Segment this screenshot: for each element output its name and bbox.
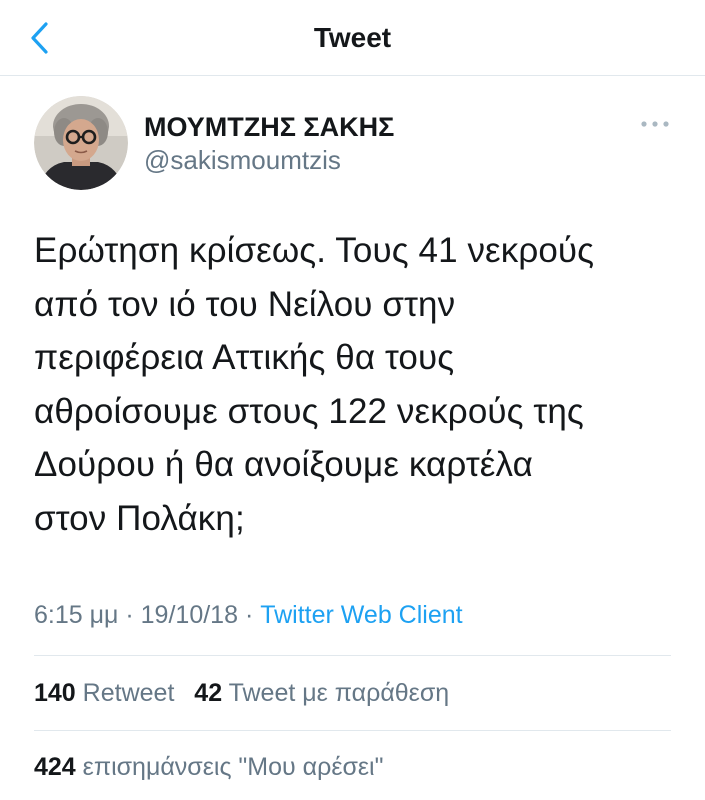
more-horizontal-icon — [641, 121, 669, 127]
tweet-text-line: περιφέρεια Αττικής θα τους — [34, 338, 455, 377]
meta-separator: · — [125, 601, 134, 629]
tweet-text: Ερώτηση κρίσεως. Τους 41 νεκρούς από τον… — [34, 224, 684, 545]
likes-label: επισημάνσεις "Μου αρέσει" — [82, 753, 384, 781]
tweet-text-line: Δούρου ή θα ανοίξουμε καρτέλα — [34, 445, 533, 484]
likes-count: 424 — [34, 753, 76, 781]
author-display-name[interactable]: ΜΟΥΜΤΖΗΣ ΣΑΚΗΣ — [144, 111, 394, 143]
avatar[interactable] — [34, 96, 128, 190]
meta-separator: · — [244, 601, 254, 629]
retweets-stat[interactable]: 140 Retweet — [34, 679, 181, 707]
tweet-text-line: αθροίσουμε στους 122 νεκρούς της — [34, 391, 584, 431]
tweet-text-line: Ερώτηση κρίσεως. Τους 41 νεκρούς — [34, 231, 595, 270]
divider — [34, 655, 671, 656]
quotes-label: Tweet με παράθεση — [228, 679, 450, 707]
author-handle[interactable]: @sakismoumtzis — [144, 144, 341, 176]
likes-stat[interactable]: 424 επισημάνσεις "Μου αρέσει" — [34, 753, 383, 781]
navigation-header: Tweet — [0, 0, 705, 76]
profile-photo — [34, 96, 128, 190]
tweet-metadata: 6:15 μμ · 19/10/18 · Twitter Web Client — [34, 598, 463, 632]
retweets-label: Retweet — [82, 679, 175, 707]
quotes-count: 42 — [194, 679, 223, 707]
likes-stats-row: 424 επισημάνσεις "Μου αρέσει" — [34, 750, 383, 784]
tweet-time: 6:15 μμ — [34, 601, 119, 629]
more-options-button[interactable] — [638, 113, 672, 135]
tweet-text-line: από τον ιό του Νείλου στην — [34, 284, 456, 324]
quotes-stat[interactable]: 42 Tweet με παράθεση — [194, 679, 449, 707]
tweet-text-line: στον Πολάκη; — [34, 498, 245, 538]
retweets-count: 140 — [34, 679, 76, 707]
retweet-stats-row: 140 Retweet 42 Tweet με παράθεση — [34, 676, 449, 710]
page-title: Tweet — [313, 22, 392, 53]
tweet-source-link[interactable]: Twitter Web Client — [260, 601, 462, 629]
tweet-date: 19/10/18 — [140, 601, 238, 629]
divider — [34, 730, 671, 731]
